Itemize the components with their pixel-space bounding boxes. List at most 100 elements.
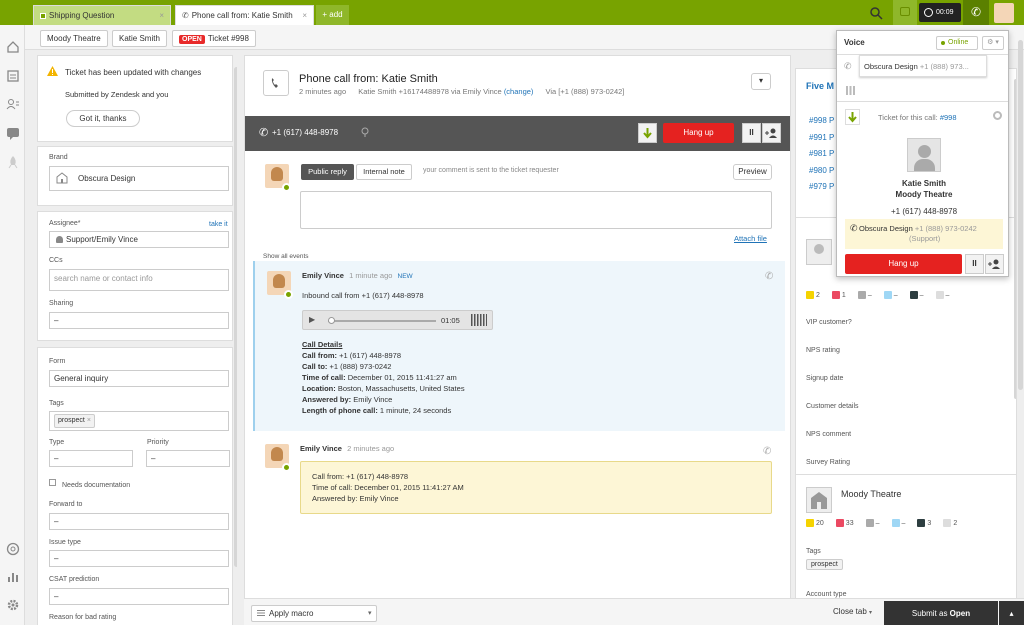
nps-comment-label: NPS comment xyxy=(806,431,852,438)
line-select[interactable]: Obscura Design +1 (888) 973... xyxy=(859,55,987,77)
org-tag-chip[interactable]: prospect xyxy=(806,559,843,570)
event-call-note: Emily Vince 2 minutes ago ✆ Call from: +… xyxy=(253,436,785,526)
search-icon[interactable] xyxy=(868,5,884,21)
breadcrumb-ticket[interactable]: OPEN Ticket #998 xyxy=(172,30,256,47)
form-select[interactable]: General inquiry xyxy=(49,370,229,387)
settings-gear-icon[interactable] xyxy=(6,598,20,612)
rocket-icon[interactable] xyxy=(6,155,20,169)
chat-icon[interactable] xyxy=(893,0,917,25)
recent-ticket-link[interactable]: #991 P xyxy=(809,130,834,147)
tag-chip[interactable]: prospect × xyxy=(54,414,95,428)
recent-ticket-link[interactable]: #998 P xyxy=(809,113,834,130)
tab-shipping-question[interactable]: Shipping Question × xyxy=(33,5,171,25)
ticket-for-call-link[interactable]: #998 xyxy=(940,113,957,122)
ticket-options-button[interactable]: ▾ xyxy=(751,73,771,90)
keypad-icon[interactable] xyxy=(846,86,855,95)
stat-solved: – xyxy=(865,519,880,527)
page-scrollbar[interactable] xyxy=(1018,40,1023,390)
right-panel-scrollbar[interactable] xyxy=(1014,79,1016,399)
audio-scrub-handle[interactable] xyxy=(328,317,335,324)
call-timer[interactable]: 00:09 xyxy=(919,3,961,22)
call-event-icon: ✆ xyxy=(763,446,772,457)
form-label: Form xyxy=(49,358,66,365)
tags-input[interactable]: prospect × xyxy=(49,411,229,431)
tag-text: prospect xyxy=(58,417,85,424)
org-tags-label: Tags xyxy=(806,548,821,555)
take-it-link[interactable]: take it xyxy=(209,221,228,228)
breadcrumb-requester[interactable]: Katie Smith xyxy=(112,30,167,47)
ccs-input[interactable]: search name or contact info xyxy=(49,269,229,291)
hang-up-button[interactable]: Hang up xyxy=(663,123,734,143)
comment-textarea[interactable] xyxy=(300,191,772,229)
online-status-select[interactable]: Online xyxy=(936,36,978,50)
public-reply-tab[interactable]: Public reply xyxy=(301,164,354,180)
views-icon[interactable] xyxy=(6,69,20,83)
close-tab-select[interactable]: Close tab ▾ xyxy=(833,607,872,616)
brand-select[interactable]: Obscura Design xyxy=(49,166,229,191)
close-tab-icon[interactable]: × xyxy=(302,6,307,25)
left-panel-scrollbar[interactable] xyxy=(234,67,237,567)
play-icon[interactable]: ▶ xyxy=(309,315,315,324)
divider xyxy=(796,474,1016,475)
recent-ticket-link[interactable]: #981 P xyxy=(809,146,834,163)
transfer-down-button[interactable] xyxy=(638,123,657,143)
attach-file-link[interactable]: Attach file xyxy=(734,234,767,243)
chevron-down-icon: ▾ xyxy=(368,610,372,617)
ticket-icon xyxy=(40,12,46,19)
voice-phone-icon[interactable]: ✆ xyxy=(963,0,989,25)
show-all-events-link[interactable]: Show all events xyxy=(263,253,309,260)
needs-doc-checkbox[interactable] xyxy=(49,479,56,486)
remove-tag-icon[interactable]: × xyxy=(87,417,91,424)
breadcrumb-organization[interactable]: Moody Theatre xyxy=(40,30,108,47)
transfer-down-icon[interactable] xyxy=(845,109,860,125)
csat-label: CSAT prediction xyxy=(49,576,100,583)
add-participant-button[interactable] xyxy=(762,123,781,143)
audio-player[interactable]: ▶ 01:05 xyxy=(302,310,493,330)
user-avatar[interactable] xyxy=(994,3,1014,23)
chat-nav-icon[interactable] xyxy=(6,126,20,140)
recent-ticket-link[interactable]: #980 P xyxy=(809,163,834,180)
caller-name[interactable]: Katie Smith xyxy=(845,179,1003,188)
apply-macro-select[interactable]: Apply macro ▾ xyxy=(251,605,377,622)
audio-progress-track[interactable] xyxy=(328,320,436,322)
note-line: Answered by: Emily Vince xyxy=(312,494,399,503)
csat-select[interactable]: – xyxy=(49,588,229,605)
user-avatar xyxy=(806,239,832,265)
stat-open: 33 xyxy=(835,519,854,527)
close-tab-icon[interactable]: × xyxy=(159,6,164,25)
note-line: Call from: +1 (617) 448-8978 xyxy=(312,472,409,481)
internal-note-tab[interactable]: Internal note xyxy=(356,164,412,180)
priority-select[interactable]: – xyxy=(146,450,230,467)
voice-settings-button[interactable]: ⚙ ▾ xyxy=(982,36,1004,50)
issue-type-select[interactable]: – xyxy=(49,550,229,567)
organization-name[interactable]: Moody Theatre xyxy=(841,489,901,499)
gear-icon[interactable] xyxy=(993,111,1002,120)
voice-hang-up-button[interactable]: Hang up xyxy=(845,254,962,274)
recent-ticket-link[interactable]: #979 P xyxy=(809,179,834,196)
tab-phone-call[interactable]: ✆ Phone call from: Katie Smith × xyxy=(175,5,314,25)
caller-organization: Moody Theatre xyxy=(895,190,953,199)
got-it-button[interactable]: Got it, thanks xyxy=(66,110,140,127)
volume-icon[interactable] xyxy=(471,314,487,326)
submit-button[interactable]: Submit as Open xyxy=(884,601,998,625)
add-tab-button[interactable]: + add xyxy=(316,5,349,25)
assignee-select[interactable]: Support/Emily Vince xyxy=(49,231,229,248)
assignee-label: Assignee* xyxy=(49,220,81,227)
home-icon[interactable] xyxy=(6,40,20,54)
ticket-for-call: Ticket for this call: #998 xyxy=(878,113,957,122)
voice-add-participant-button[interactable] xyxy=(985,254,1004,274)
top-bar: Shipping Question × ✆ Phone call from: Ka… xyxy=(0,0,1024,25)
change-link[interactable]: (change) xyxy=(504,87,534,96)
submit-options-button[interactable]: ▴ xyxy=(999,601,1024,625)
reports-icon[interactable] xyxy=(6,570,20,584)
composer-hint: your comment is sent to the ticket reque… xyxy=(423,167,559,174)
voice-hold-button[interactable]: II xyxy=(965,254,984,274)
customers-icon[interactable] xyxy=(6,97,20,111)
help-icon[interactable] xyxy=(6,542,20,556)
hold-button[interactable]: II xyxy=(742,123,761,143)
type-select[interactable]: – xyxy=(49,450,133,467)
forward-select[interactable]: – xyxy=(49,513,229,530)
preview-button[interactable]: Preview xyxy=(733,164,772,180)
close-tab-label: Close tab xyxy=(833,607,867,616)
sharing-select[interactable]: – xyxy=(49,312,229,329)
